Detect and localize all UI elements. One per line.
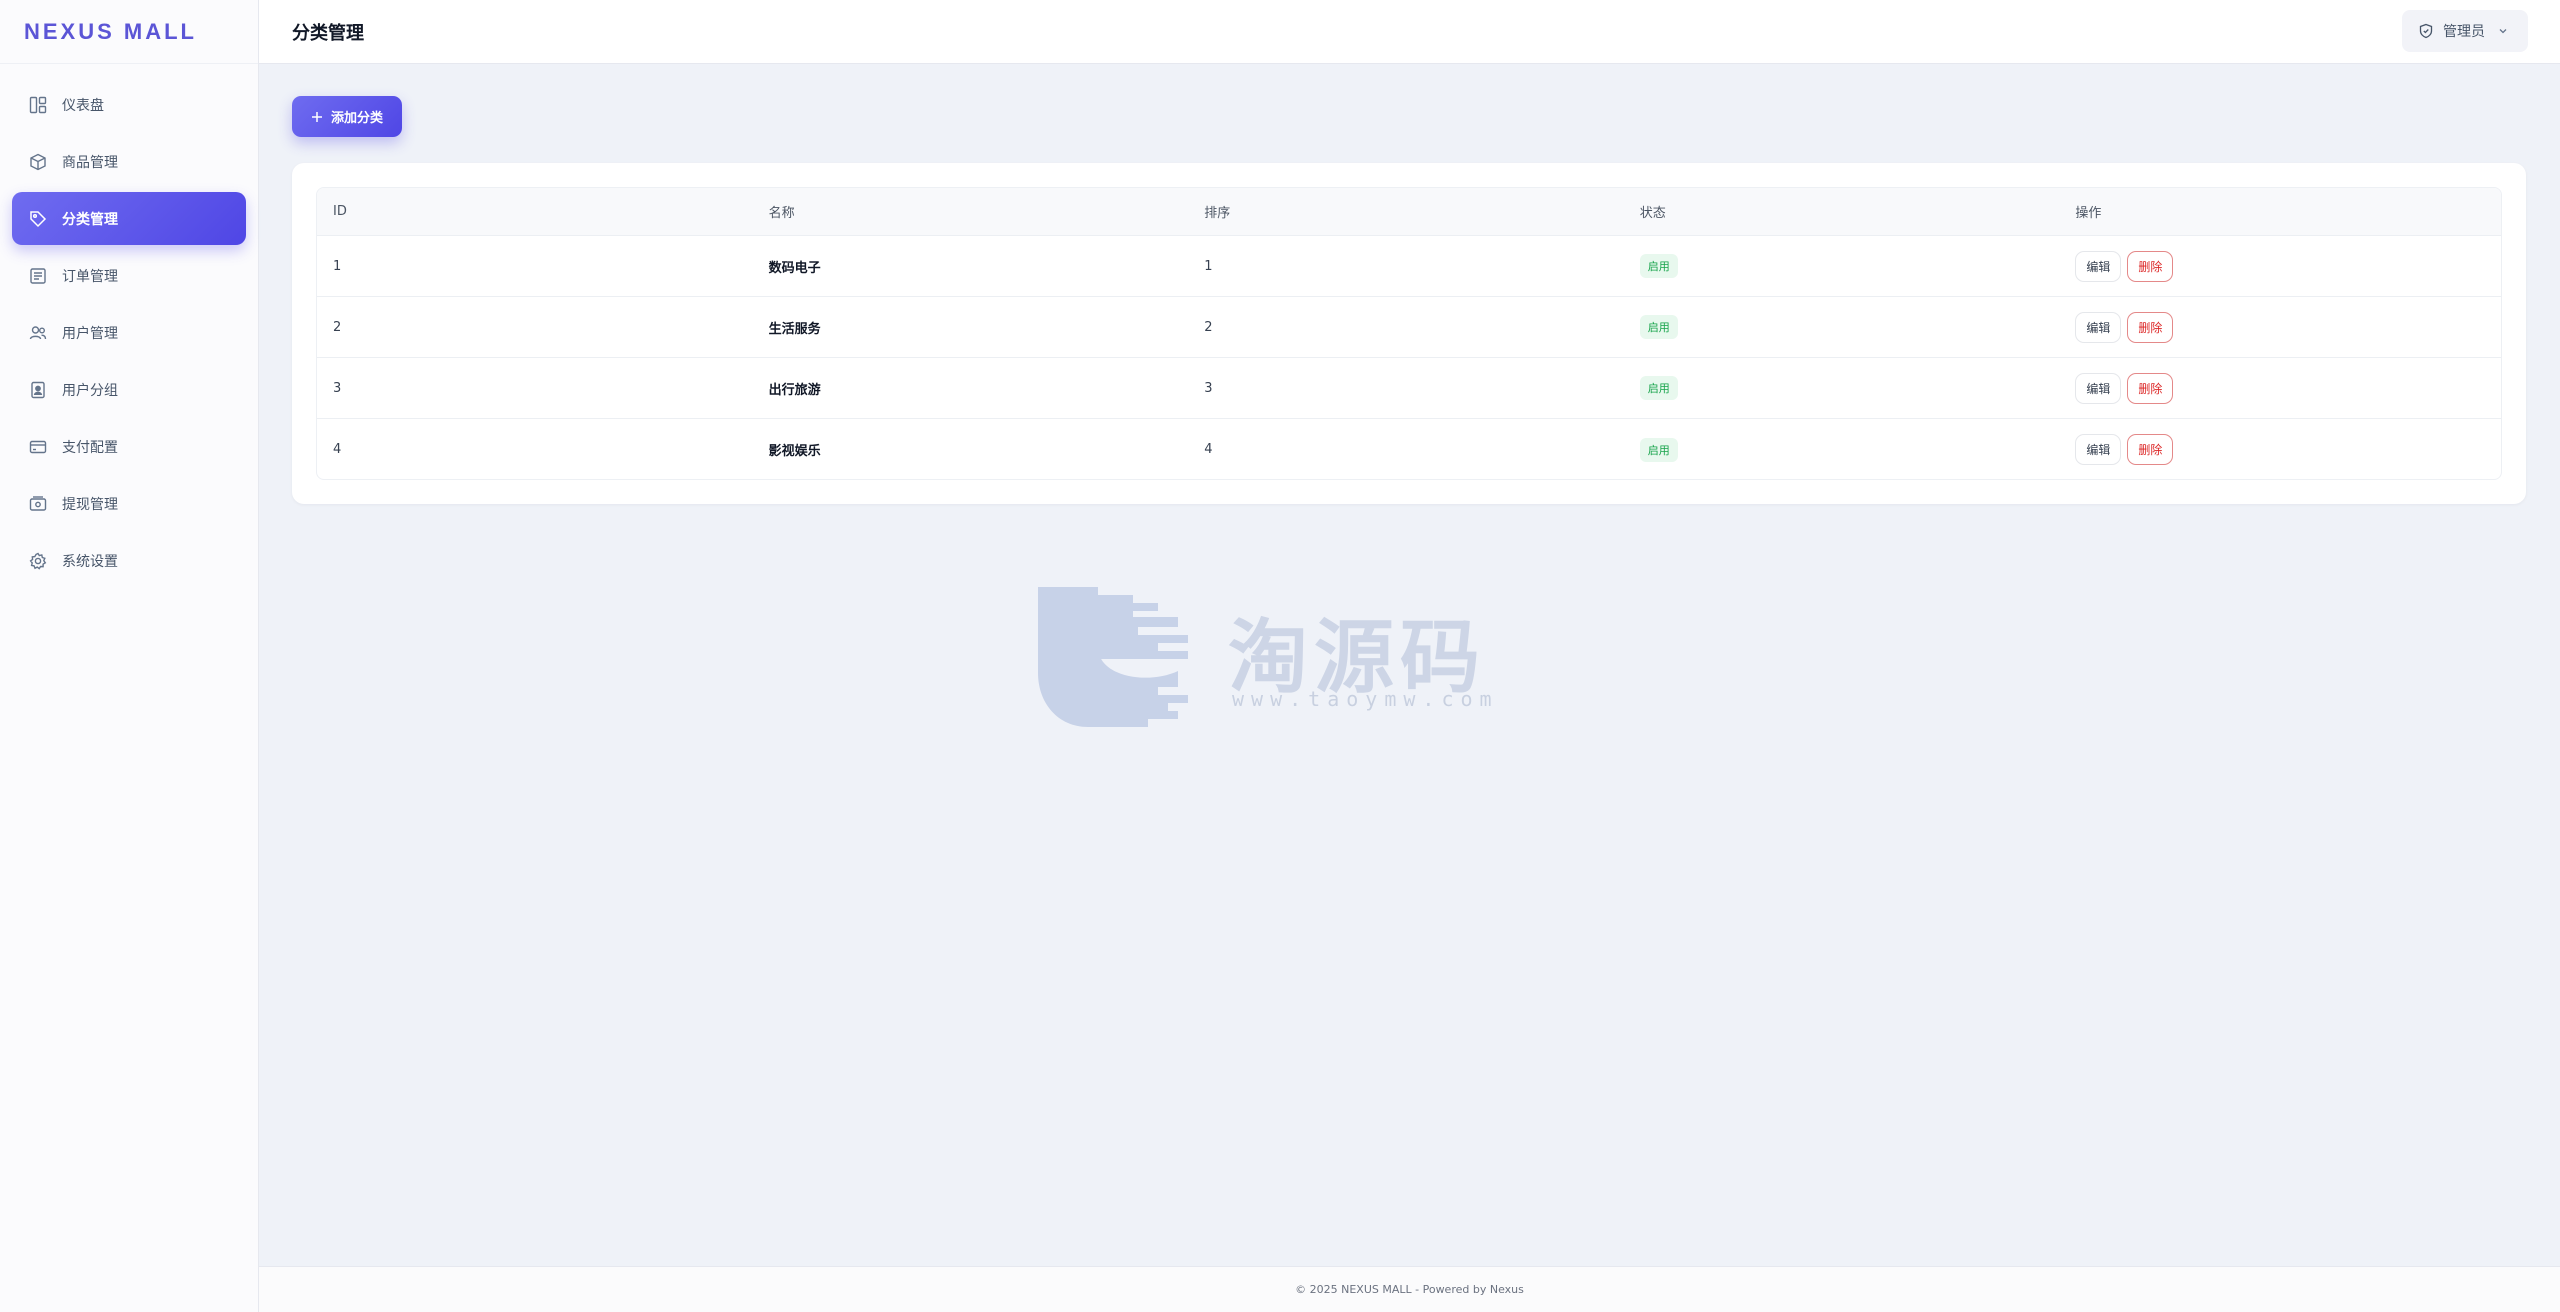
column-header-id: ID <box>333 204 347 219</box>
sidebar-item-label: 订单管理 <box>62 268 118 285</box>
sidebar-item-label: 分类管理 <box>62 211 118 228</box>
category-card: ID 名称 排序 状态 操作 1 数码电子 1 启用 编辑 删除 2 生活服务 … <box>292 163 2526 504</box>
order-icon <box>28 266 48 286</box>
watermark: 淘源码 www.taoymw.com <box>1038 587 1518 731</box>
table-row: 4 影视娱乐 4 启用 编辑 删除 <box>317 419 2501 479</box>
sidebar-item-withdrawals[interactable]: 提现管理 <box>12 477 246 530</box>
chevron-down-icon <box>2499 29 2507 34</box>
cell-id: 1 <box>333 258 342 274</box>
sidebar-nav: 仪表盘 商品管理 分类管理 订单管理 用户管理 用户分组 支付配置 提现管理 系… <box>0 64 258 587</box>
sidebar-item-users[interactable]: 用户管理 <box>12 306 246 359</box>
box-icon <box>28 152 48 172</box>
delete-button[interactable]: 删除 <box>2127 434 2174 465</box>
withdraw-icon <box>28 494 48 514</box>
cell-sort: 2 <box>1204 319 1213 335</box>
cell-sort: 3 <box>1204 380 1213 396</box>
delete-button[interactable]: 删除 <box>2127 250 2174 282</box>
cell-name: 影视娱乐 <box>768 444 821 459</box>
delete-button[interactable]: 删除 <box>2127 372 2174 404</box>
column-header-status: 状态 <box>1639 206 1666 221</box>
status-badge: 启用 <box>1639 254 1678 278</box>
sidebar-item-label: 用户管理 <box>62 325 118 342</box>
category-table: ID 名称 排序 状态 操作 1 数码电子 1 启用 编辑 删除 2 生活服务 … <box>316 187 2502 480</box>
add-category-label: 添加分类 <box>330 111 383 126</box>
column-header-name: 名称 <box>768 206 795 221</box>
sidebar-item-categories[interactable]: 分类管理 <box>12 192 246 245</box>
table-row: 3 出行旅游 3 启用 编辑 删除 <box>317 358 2501 419</box>
edit-button[interactable]: 编辑 <box>2075 311 2122 343</box>
plus-icon <box>311 111 322 122</box>
cell-id: 4 <box>333 442 342 457</box>
credit-card-icon <box>28 437 48 457</box>
gear-icon <box>28 551 48 571</box>
watermark-url: www.taoymw.com <box>1232 687 1499 711</box>
table-row: 1 数码电子 1 启用 编辑 删除 <box>317 236 2501 297</box>
brand-logo[interactable]: NEXUS MALL <box>0 0 258 64</box>
cell-id: 3 <box>333 380 342 396</box>
cell-sort: 4 <box>1204 442 1213 457</box>
column-header-actions: 操作 <box>2075 206 2102 221</box>
status-badge: 启用 <box>1639 376 1678 400</box>
cell-sort: 1 <box>1204 258 1213 274</box>
status-badge: 启用 <box>1639 437 1678 462</box>
sidebar: NEXUS MALL 仪表盘 商品管理 分类管理 订单管理 用户管理 用户分组 … <box>0 0 259 1312</box>
sidebar-item-payment[interactable]: 支付配置 <box>12 420 246 473</box>
cell-name: 数码电子 <box>768 260 821 276</box>
sidebar-item-label: 仪表盘 <box>62 97 104 114</box>
table-row: 2 生活服务 2 启用 编辑 删除 <box>317 297 2501 358</box>
sidebar-item-label: 用户分组 <box>62 382 118 399</box>
status-badge: 启用 <box>1639 315 1678 339</box>
sidebar-item-label: 提现管理 <box>62 496 118 513</box>
sidebar-item-label: 系统设置 <box>62 553 118 570</box>
sidebar-item-user-groups[interactable]: 用户分组 <box>12 363 246 416</box>
dashboard-icon <box>28 95 48 115</box>
user-role-label: 管理员 <box>2443 24 2485 40</box>
users-icon <box>28 323 48 343</box>
sidebar-item-dashboard[interactable]: 仪表盘 <box>12 78 246 131</box>
user-group-icon <box>28 380 48 400</box>
delete-button[interactable]: 删除 <box>2127 311 2174 343</box>
column-header-sort: 排序 <box>1204 206 1231 221</box>
edit-button[interactable]: 编辑 <box>2075 250 2122 282</box>
edit-button[interactable]: 编辑 <box>2075 434 2122 465</box>
cell-name: 生活服务 <box>768 321 821 337</box>
tag-icon <box>28 209 48 229</box>
add-category-button[interactable]: 添加分类 <box>292 96 402 137</box>
table-header: ID 名称 排序 状态 操作 <box>317 188 2501 236</box>
watermark-logo-icon <box>1038 587 1188 727</box>
app-root: NEXUS MALL 仪表盘 商品管理 分类管理 订单管理 用户管理 用户分组 … <box>0 0 2560 1312</box>
cell-id: 2 <box>333 319 342 335</box>
sidebar-item-label: 支付配置 <box>62 439 118 456</box>
footer: © 2025 NEXUS MALL - Powered by Nexus <box>259 1266 2560 1312</box>
edit-button[interactable]: 编辑 <box>2075 372 2122 404</box>
cell-name: 出行旅游 <box>768 382 821 398</box>
shield-icon <box>2419 23 2433 39</box>
sidebar-item-orders[interactable]: 订单管理 <box>12 249 246 302</box>
sidebar-item-label: 商品管理 <box>62 154 118 171</box>
page-title: 分类管理 <box>292 22 364 44</box>
sidebar-item-settings[interactable]: 系统设置 <box>12 534 246 587</box>
user-menu[interactable]: 管理员 <box>2402 10 2528 52</box>
top-header: 分类管理 管理员 <box>259 0 2560 64</box>
sidebar-item-products[interactable]: 商品管理 <box>12 135 246 188</box>
footer-text: © 2025 NEXUS MALL - Powered by Nexus <box>1295 1283 1524 1296</box>
